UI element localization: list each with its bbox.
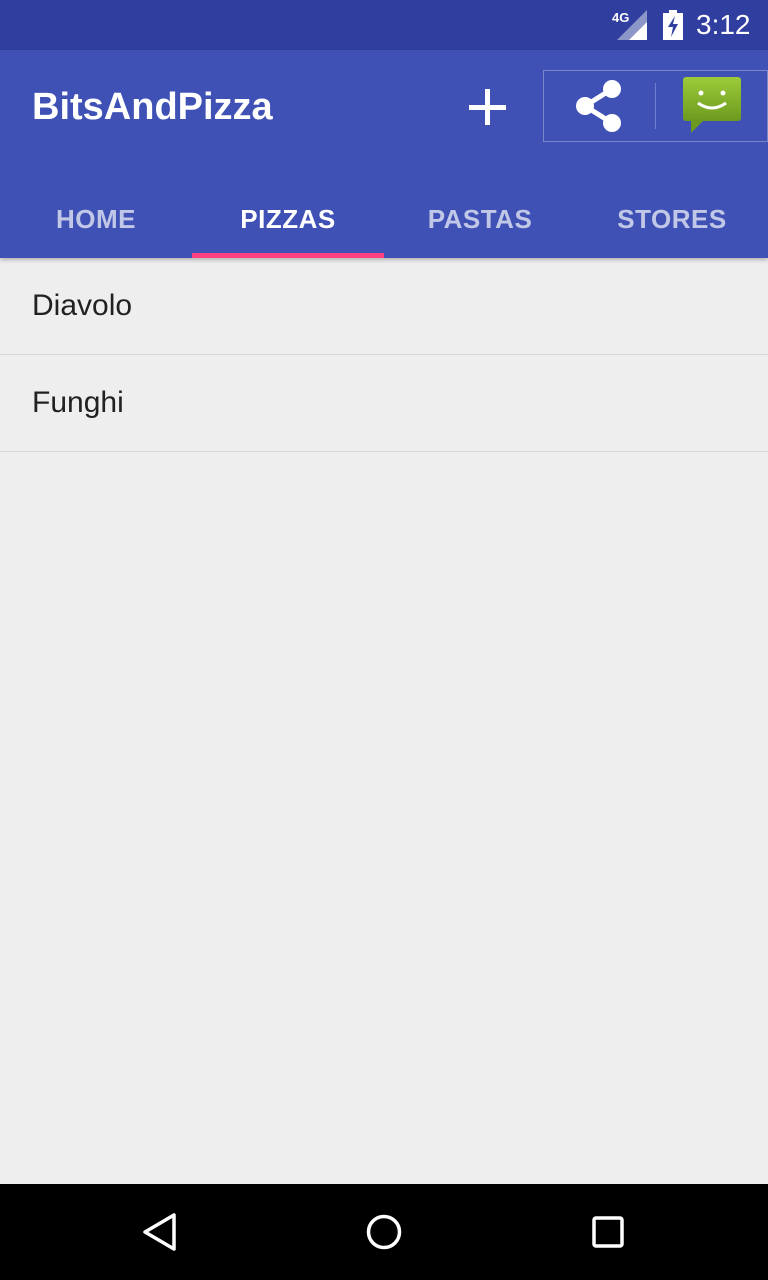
app-bar: BitsAndPizza HOME PIZZAS PASTAS STORES <box>0 50 768 258</box>
clock: 3:12 <box>696 9 751 40</box>
tab-label: PIZZAS <box>240 203 336 234</box>
navigation-bar <box>0 1184 768 1280</box>
tab-pizzas[interactable]: PIZZAS <box>192 184 384 258</box>
share-icon[interactable] <box>566 79 632 133</box>
tab-pastas[interactable]: PASTAS <box>384 184 576 258</box>
action-provider-box <box>543 70 768 142</box>
tab-label: HOME <box>56 203 136 234</box>
home-icon[interactable] <box>360 1208 408 1256</box>
action-divider <box>655 83 656 129</box>
battery-icon <box>663 10 683 40</box>
back-icon[interactable] <box>136 1208 184 1256</box>
tab-label: STORES <box>617 203 727 234</box>
app-title: BitsAndPizza <box>32 86 273 128</box>
tab-bar: HOME PIZZAS PASTAS STORES <box>0 184 768 258</box>
tab-home[interactable]: HOME <box>0 184 192 258</box>
list-item[interactable]: Funghi <box>0 355 768 452</box>
tab-label: PASTAS <box>427 203 533 234</box>
list-item[interactable]: Diavolo <box>0 258 768 355</box>
pizza-list: Diavolo Funghi <box>0 258 768 1184</box>
chat-icon[interactable] <box>679 75 743 137</box>
recents-icon[interactable] <box>584 1208 632 1256</box>
add-icon[interactable] <box>458 76 516 138</box>
signal-icon <box>617 10 647 40</box>
status-bar: 4G 3:12 <box>0 0 768 50</box>
tab-stores[interactable]: STORES <box>576 184 768 258</box>
